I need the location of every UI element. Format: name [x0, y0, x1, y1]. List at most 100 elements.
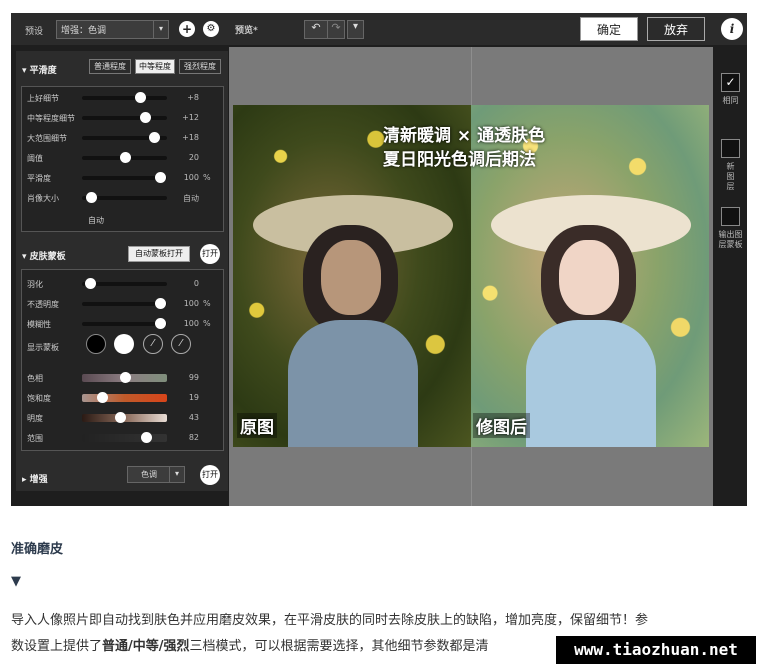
- redo-button[interactable]: ↷: [327, 20, 345, 39]
- slider-track[interactable]: [82, 412, 167, 423]
- slider-label: 色相: [27, 374, 43, 383]
- mode-strong-button[interactable]: 强烈程度: [179, 59, 221, 74]
- skin-section-toggle[interactable]: ▾ 皮肤蒙板: [22, 249, 66, 262]
- slider-track[interactable]: [82, 192, 167, 203]
- enhance-dropdown[interactable]: 色调 ▾: [127, 466, 185, 483]
- slider-track[interactable]: [82, 92, 167, 103]
- slider-knob[interactable]: [86, 192, 97, 203]
- auto-note: 自动: [88, 216, 104, 225]
- settings-panel: ▾ 平滑度 普通程度 中等程度 强烈程度 上好细节 +8 中等程度细节 +12 大范围细…: [16, 51, 228, 491]
- info-icon[interactable]: i: [721, 18, 743, 40]
- paragraph-text: 三档模式，可以根据需要选择，其他细节参数都是清: [189, 639, 489, 654]
- slider-label: 大范围细节: [27, 134, 67, 143]
- ok-button[interactable]: 确定: [580, 17, 638, 41]
- face: [321, 240, 381, 315]
- slider-value: 自动: [183, 194, 199, 203]
- skin-toggle[interactable]: 打开: [200, 244, 220, 264]
- headline-2: 夏日阳光色调后期法: [383, 150, 536, 170]
- export-mask-label: 输出图层蒙板: [718, 230, 743, 249]
- preview-canvas[interactable]: 清新暖调 × 通透肤色 夏日阳光色调后期法 原图 修图后: [229, 47, 713, 506]
- slider-knob[interactable]: [120, 372, 131, 383]
- slider-track[interactable]: [82, 152, 167, 163]
- slider-label: 中等程度细节: [27, 114, 75, 123]
- slider-track[interactable]: [82, 278, 167, 289]
- history-dropdown[interactable]: ▾: [347, 20, 364, 39]
- slider-track[interactable]: [82, 372, 167, 383]
- slider-knob[interactable]: [97, 392, 108, 403]
- preset-dropdown[interactable]: 增强：色调 ▾: [56, 20, 169, 39]
- eyedropper-icon[interactable]: ⁄: [143, 334, 163, 354]
- slider-knob[interactable]: [141, 432, 152, 443]
- slider-knob[interactable]: [115, 412, 126, 423]
- slider-value: +18: [182, 133, 199, 142]
- slider-value: 43: [188, 413, 199, 422]
- watermark: www.tiaozhuan.net: [556, 636, 756, 664]
- slider-label: 上好细节: [27, 94, 59, 103]
- headline-1: 清新暖调 × 通透肤色: [383, 126, 546, 146]
- mask-black-swatch[interactable]: [86, 334, 106, 354]
- slider-label: 羽化: [27, 280, 43, 289]
- slider-label: 肖像大小: [27, 194, 59, 203]
- auto-mask-button[interactable]: 自动蒙板打开: [128, 246, 190, 262]
- slider-track[interactable]: [82, 318, 167, 329]
- gear-icon[interactable]: ⚙: [203, 21, 219, 37]
- slider-value: +8: [187, 93, 199, 102]
- same-checkbox[interactable]: ✓: [721, 73, 740, 92]
- face: [559, 240, 619, 315]
- slider-value: 99: [188, 373, 199, 382]
- slider-track[interactable]: [82, 132, 167, 143]
- slider-knob[interactable]: [135, 92, 146, 103]
- export-mask-checkbox[interactable]: [721, 207, 740, 226]
- slider-label: 平滑度: [27, 174, 51, 183]
- blouse: [526, 320, 656, 447]
- slider-track[interactable]: [82, 298, 167, 309]
- slider-track[interactable]: [82, 172, 167, 183]
- smooth-sliders-box: 上好细节 +8 中等程度细节 +12 大范围细节 +18 阈值 20 平滑度 100% 肖像大小 自动…: [21, 86, 224, 232]
- slider-knob[interactable]: [155, 172, 166, 183]
- mode-medium-button[interactable]: 中等程度: [135, 59, 175, 74]
- slider-unit: %: [203, 299, 211, 308]
- slider-track[interactable]: [82, 112, 167, 123]
- slider-knob[interactable]: [149, 132, 160, 143]
- mask-white-swatch[interactable]: [114, 334, 134, 354]
- portraiture-window: 预设 增强：色调 ▾ + ⚙ 预览* ↶ ↷ ▾ 确定 放弃 i ▾ 平滑度 普…: [11, 13, 747, 506]
- retouched-tag: 修图后: [473, 413, 530, 438]
- new-layer-label: 新图层: [726, 162, 735, 191]
- paragraph-line-1: 导入人像照片即自动找到肤色并应用磨皮效果，在平滑皮肤的同时去除皮肤上的缺陷，增加…: [11, 613, 649, 628]
- slider-label: 范围: [27, 434, 43, 443]
- preview-photo: 清新暖调 × 通透肤色 夏日阳光色调后期法 原图 修图后: [233, 105, 709, 447]
- smooth-header: 平滑度: [29, 66, 57, 76]
- slider-knob[interactable]: [85, 278, 96, 289]
- slider-label: 不透明度: [27, 300, 59, 309]
- original-tag: 原图: [237, 413, 277, 438]
- right-toolbar: ✓ 相同 新图层 输出图层蒙板: [714, 47, 747, 506]
- enhance-section-toggle[interactable]: ▸ 增强: [22, 472, 48, 485]
- slider-value: 0: [193, 279, 199, 288]
- new-layer-checkbox[interactable]: [721, 139, 740, 158]
- mode-normal-button[interactable]: 普通程度: [89, 59, 131, 74]
- down-triangle-icon: ▼: [11, 574, 21, 589]
- cancel-button[interactable]: 放弃: [647, 17, 705, 41]
- section-title: 准确磨皮: [11, 542, 64, 557]
- slider-knob[interactable]: [155, 298, 166, 309]
- slider-knob[interactable]: [120, 152, 131, 163]
- slider-value: 20: [188, 153, 199, 162]
- add-preset-button[interactable]: +: [179, 21, 195, 37]
- slider-value: 82: [188, 433, 199, 442]
- smooth-section-toggle[interactable]: ▾ 平滑度: [22, 63, 57, 76]
- slider-knob[interactable]: [155, 318, 166, 329]
- eyedropper-minus-icon[interactable]: ⁄: [171, 334, 191, 354]
- skin-header: 皮肤蒙板: [29, 252, 66, 262]
- slider-track[interactable]: [82, 392, 167, 403]
- slider-track[interactable]: [82, 432, 167, 443]
- preset-value: 增强：色调: [61, 26, 107, 36]
- preview-label: 预览*: [235, 26, 258, 36]
- enhance-header: 增强: [29, 475, 48, 485]
- blouse: [288, 320, 418, 447]
- undo-button[interactable]: ↶: [304, 20, 328, 39]
- slider-label: 明度: [27, 414, 43, 423]
- enhance-toggle[interactable]: 打开: [200, 465, 220, 485]
- slider-label: 阈值: [27, 154, 43, 163]
- slider-label: 饱和度: [27, 394, 51, 403]
- slider-knob[interactable]: [140, 112, 151, 123]
